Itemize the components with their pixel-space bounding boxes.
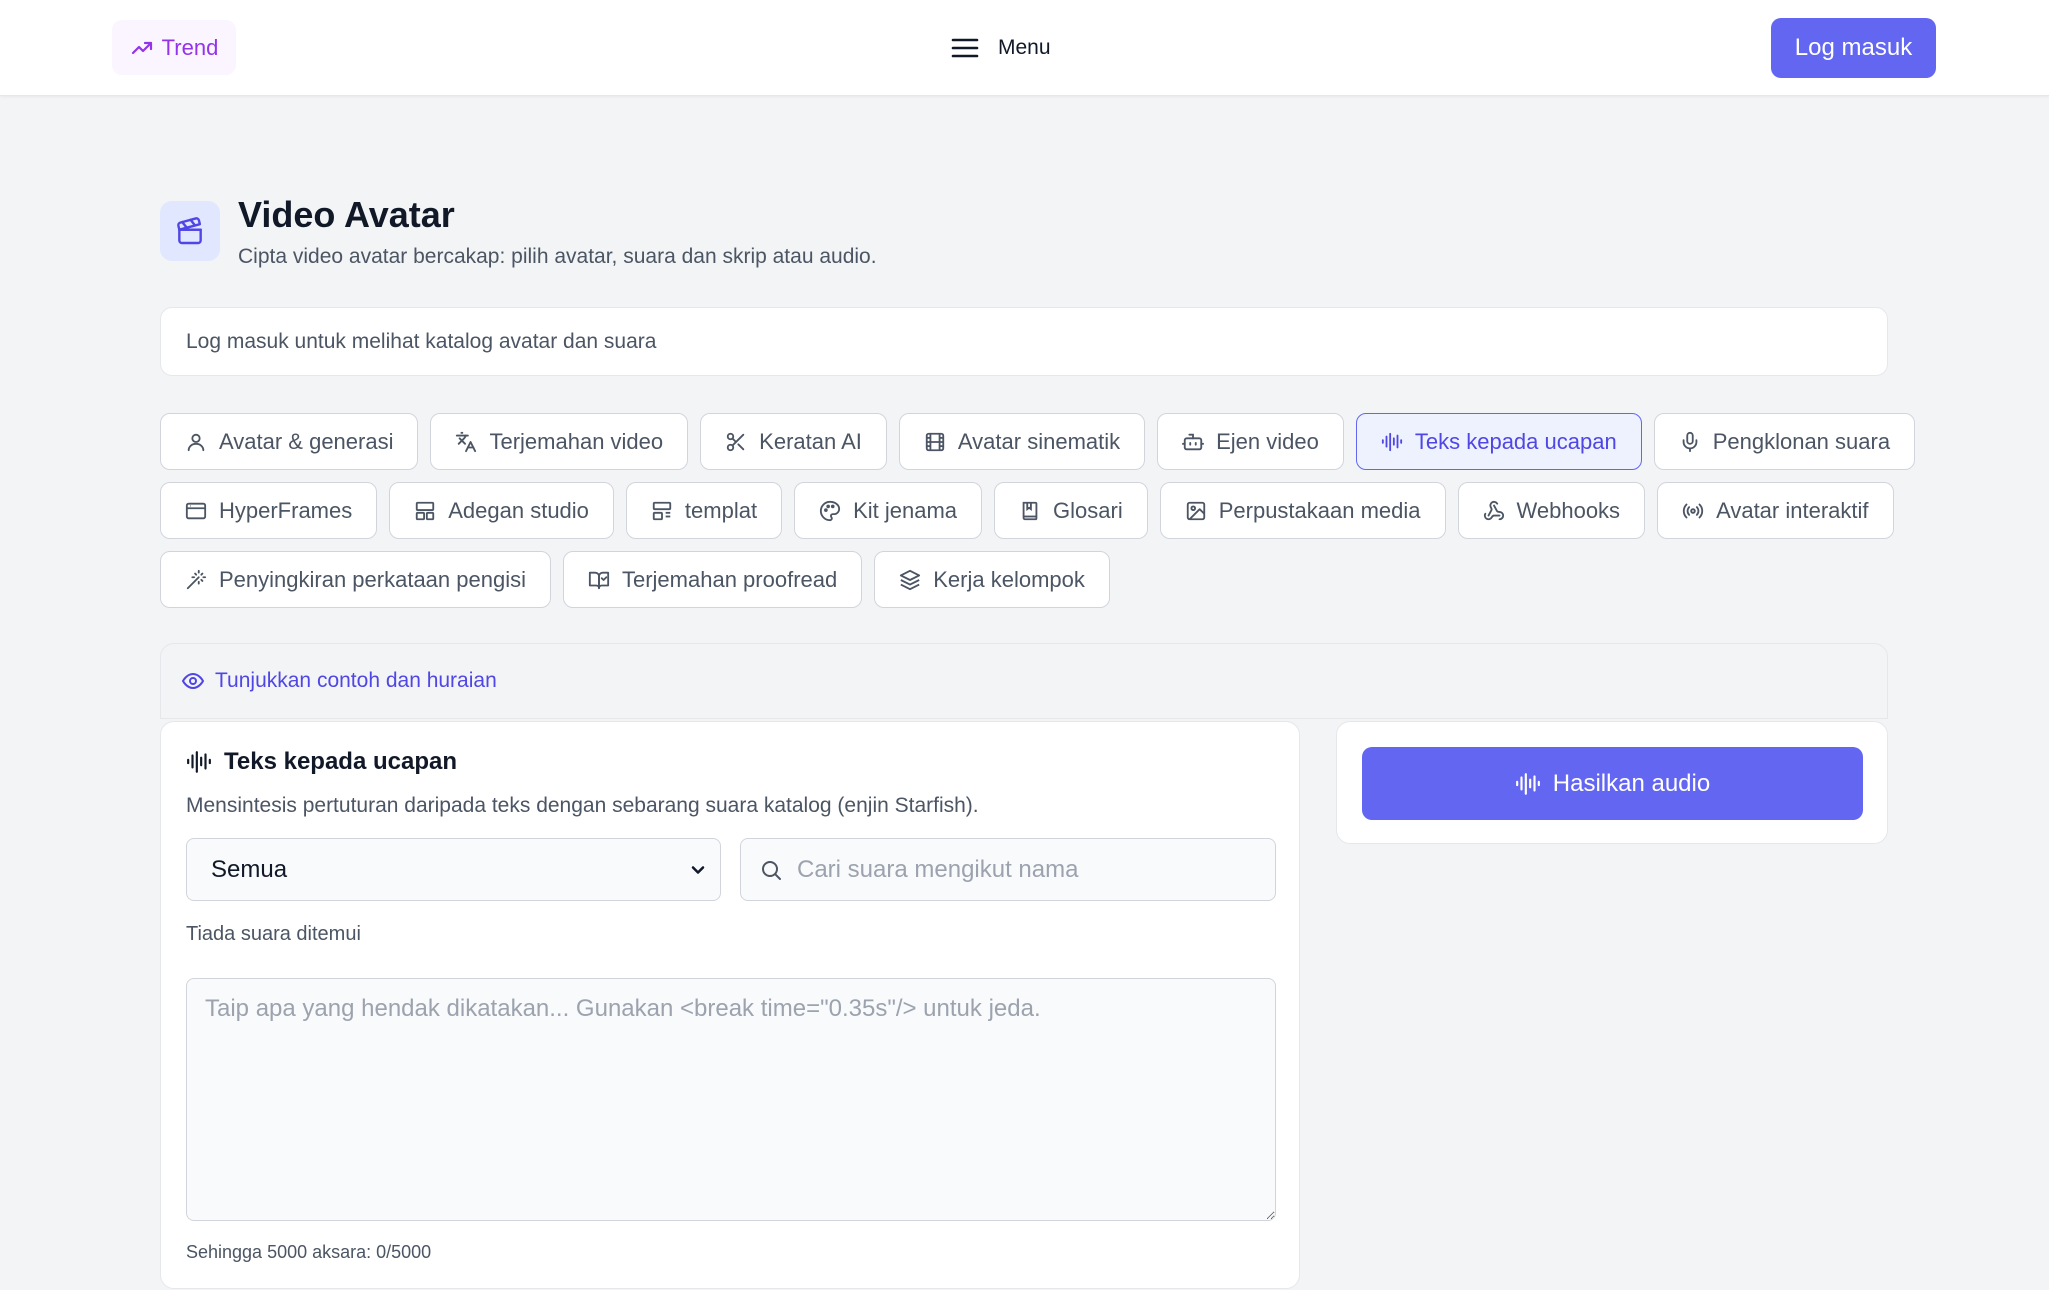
page-subtitle: Cipta video avatar bercakap: pilih avata… (238, 245, 877, 268)
tab-penyingkiran-perkataan-pengisi[interactable]: Penyingkiran perkataan pengisi (160, 551, 551, 608)
top-bar: Trend Menu Log masuk (0, 0, 2049, 96)
tab-label: Webhooks (1516, 497, 1621, 523)
menu-button[interactable]: Menu (950, 28, 1051, 68)
tab-adegan-studio[interactable]: Adegan studio (389, 482, 614, 539)
book-icon (1022, 501, 1038, 520)
tab-label: Avatar interaktif (1716, 497, 1869, 523)
tab-label: Adegan studio (448, 497, 589, 523)
page-title: Video Avatar (238, 194, 455, 235)
tab-teks-kepada-ucapan[interactable]: Teks kepada ucapan (1355, 413, 1642, 470)
tab-avatar-interaktif[interactable]: Avatar interaktif (1657, 482, 1894, 539)
tab-glosari[interactable]: Glosari (994, 482, 1148, 539)
broadcast-icon (1682, 503, 1704, 518)
character-count: Sehingga 5000 aksara: 0/5000 (186, 1242, 432, 1262)
generate-audio-label: Hasilkan audio (1552, 769, 1711, 797)
audio-wave-icon (187, 751, 211, 773)
tab-label: templat (684, 497, 758, 523)
audio-wave-icon (1381, 432, 1402, 451)
tab-webhooks[interactable]: Webhooks (1457, 482, 1646, 539)
tab-hyperframes[interactable]: HyperFrames (160, 482, 378, 539)
user-icon (187, 433, 205, 451)
menu-label: Menu (998, 36, 1051, 59)
magic-wand-icon (186, 569, 207, 589)
template-icon (652, 501, 672, 520)
tab-label: Avatar sinematik (957, 428, 1121, 454)
tab-kerja-kelompok[interactable]: Kerja kelompok (874, 551, 1110, 608)
voice-filter-value: Semua (211, 855, 288, 883)
chevron-down-icon (691, 865, 705, 874)
tab-templat[interactable]: templat (625, 482, 783, 539)
audio-wave-icon (1515, 772, 1540, 795)
book-check-icon (588, 571, 610, 589)
tab-label: Glosari (1053, 497, 1123, 523)
no-voice-message: Tiada suara ditemui (186, 923, 361, 945)
tab-perpustakaan-media[interactable]: Perpustakaan media (1159, 482, 1446, 539)
tts-heading-label: Teks kepada ucapan (224, 748, 457, 775)
login-notice: Log masuk untuk melihat katalog avatar d… (160, 307, 1888, 376)
tab-avatar-generasi[interactable]: Avatar & generasi (160, 413, 419, 470)
tab-pengklonan-suara[interactable]: Pengklonan suara (1653, 413, 1916, 470)
generate-panel: Hasilkan audio (1336, 721, 1888, 844)
tab-label: Terjemahan video (489, 428, 664, 454)
trend-button[interactable]: Trend (112, 20, 236, 75)
bot-icon (1182, 433, 1205, 450)
layout-icon (416, 501, 435, 520)
generate-audio-button[interactable]: Hasilkan audio (1362, 747, 1863, 820)
login-button[interactable]: Log masuk (1771, 18, 1936, 78)
voice-search-input[interactable] (797, 855, 1257, 884)
microphone-icon (1682, 431, 1698, 452)
film-icon (925, 432, 945, 451)
tts-panel: Teks kepada ucapan Mensintesis pertutura… (160, 721, 1300, 1289)
trending-up-icon (131, 41, 152, 54)
tts-heading: Teks kepada ucapan (186, 748, 457, 776)
script-textarea[interactable] (186, 978, 1276, 1221)
browser-window-icon (185, 502, 207, 519)
voice-search (740, 838, 1276, 901)
hamburger-icon (951, 38, 979, 58)
tab-avatar-sinematik[interactable]: Avatar sinematik (898, 413, 1146, 470)
tts-description: Mensintesis pertuturan daripada teks den… (186, 794, 979, 817)
tab-ejen-video[interactable]: Ejen video (1157, 413, 1344, 470)
translate-icon (456, 431, 477, 452)
voice-filter-select[interactable]: Semua (186, 838, 721, 901)
image-icon (1186, 501, 1205, 520)
feature-tabs-row-2: HyperFrames Adegan studio templat Kit je… (160, 482, 1894, 539)
feature-tabs-row-1: Avatar & generasi Terjemahan video Kerat… (160, 413, 1916, 470)
tab-label: HyperFrames (219, 497, 353, 523)
trend-label: Trend (161, 34, 219, 60)
tab-kit-jenama[interactable]: Kit jenama (794, 482, 983, 539)
search-icon (762, 860, 781, 880)
scissors-icon (726, 432, 745, 451)
tab-label: Keratan AI (759, 428, 862, 454)
webhook-icon (1483, 500, 1504, 520)
tab-terjemahan-video[interactable]: Terjemahan video (430, 413, 689, 470)
tab-label: Terjemahan proofread (621, 566, 838, 592)
tab-label: Teks kepada ucapan (1414, 428, 1617, 454)
clapperboard-icon (160, 201, 220, 261)
eye-icon (181, 672, 205, 690)
tab-label: Pengklonan suara (1712, 428, 1891, 454)
tab-label: Perpustakaan media (1218, 497, 1421, 523)
tab-label: Penyingkiran perkataan pengisi (219, 566, 526, 592)
tab-label: Kit jenama (853, 497, 958, 523)
show-examples-toggle[interactable]: Tunjukkan contoh dan huraian (160, 643, 1888, 719)
tab-label: Kerja kelompok (933, 566, 1085, 592)
tab-label: Ejen video (1216, 428, 1319, 454)
layers-icon (900, 569, 921, 590)
tab-label: Avatar & generasi (219, 428, 394, 454)
show-examples-label: Tunjukkan contoh dan huraian (215, 669, 497, 692)
feature-tabs-row-3: Penyingkiran perkataan pengisi Terjemaha… (160, 551, 1110, 608)
tab-terjemahan-proofread[interactable]: Terjemahan proofread (562, 551, 863, 608)
palette-icon (820, 500, 841, 521)
tab-keratan-ai[interactable]: Keratan AI (700, 413, 887, 470)
